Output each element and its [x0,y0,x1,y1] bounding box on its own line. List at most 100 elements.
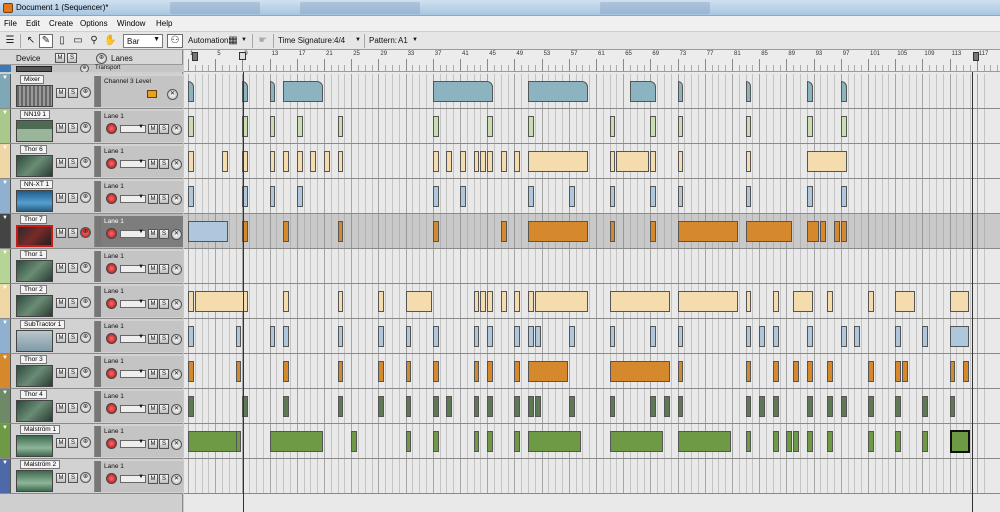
note-clip[interactable] [528,291,534,312]
solo-button[interactable]: S [68,438,78,448]
record-enable-icon[interactable] [106,473,117,484]
fold-track-icon[interactable]: ▼ [2,320,8,326]
device-thumbnail[interactable] [16,190,53,212]
lane-name-label[interactable]: Lane 1 [104,148,124,155]
lane-panel[interactable]: Lane 1 ▼ M S ✕ [94,146,183,177]
lane-solo-button[interactable]: S [159,264,169,274]
track-row[interactable]: ▼ SubTractor 1 M S ⊕ Lane 1 ▼ M S ✕ [0,319,183,354]
note-clip[interactable] [609,361,670,382]
note-clip[interactable] [650,326,657,347]
note-clip[interactable] [745,361,752,382]
note-clip[interactable] [840,186,847,207]
lane-record-select[interactable]: ▼ [120,264,146,273]
fold-track-icon[interactable]: ▼ [2,75,8,81]
note-clip[interactable] [194,291,249,312]
note-clip[interactable] [745,396,752,417]
lane-handle[interactable] [95,76,101,107]
lane-row[interactable] [184,179,1000,214]
lane-mute-button[interactable]: M [148,124,158,134]
note-clip[interactable] [949,396,956,417]
note-clip[interactable] [745,221,793,242]
note-clip[interactable] [868,291,874,312]
lane-record-select[interactable]: ▼ [120,159,146,168]
solo-button[interactable]: S [68,158,78,168]
track-row[interactable]: ▼ Thor 2 M S ⊕ Lane 1 ▼ M S ✕ [0,284,183,319]
note-clip[interactable] [772,291,779,312]
note-clip[interactable] [949,291,969,312]
note-clip[interactable] [609,326,616,347]
delete-lane-icon[interactable]: ✕ [171,124,182,135]
record-enable-icon[interactable] [106,298,117,309]
lane-record-select[interactable]: ▼ [120,439,146,448]
note-clip[interactable] [432,221,439,242]
device-thumbnail[interactable] [16,330,53,352]
note-clip[interactable] [269,116,276,137]
lane-handle[interactable] [95,356,101,387]
device-name-label[interactable]: Thor 2 [20,285,47,294]
note-clip[interactable] [283,396,289,417]
lane-add-icon[interactable]: ⊕ [80,157,91,168]
menu-edit[interactable]: Edit [26,19,40,28]
device-name-label[interactable]: NN19 1 [20,110,51,119]
note-clip[interactable] [222,151,228,172]
lane-record-select[interactable]: ▼ [120,474,146,483]
automation-clip[interactable] [528,81,589,102]
time-signature-dropdown-icon[interactable]: ▼ [355,37,361,43]
note-clip[interactable] [772,396,779,417]
menu-help[interactable]: Help [156,19,172,28]
note-clip[interactable] [922,431,929,452]
razor-icon[interactable]: ▭ [71,34,85,48]
note-clip[interactable] [922,326,929,347]
lane-handle[interactable] [95,111,101,142]
note-clip[interactable] [650,116,657,137]
note-clip[interactable] [432,326,439,347]
lane-solo-button[interactable]: S [159,124,169,134]
lane-handle[interactable] [95,321,101,352]
note-clip[interactable] [650,186,657,207]
note-clip[interactable] [677,326,684,347]
lane-solo-button[interactable]: S [159,404,169,414]
note-clip[interactable] [460,151,466,172]
snap-toggle-icon[interactable]: ⚇ [167,34,183,48]
note-clip[interactable] [473,326,480,347]
note-clip[interactable] [337,151,344,172]
lane-record-select[interactable]: ▼ [120,229,146,238]
note-clip[interactable] [616,151,650,172]
note-clip[interactable] [405,361,412,382]
lane-mute-button[interactable]: M [148,474,158,484]
device-name-label[interactable]: Thor 3 [20,355,47,364]
lane-panel[interactable]: Lane 1 ▼ M S ✕ [94,356,183,387]
note-clip[interactable] [534,396,541,417]
note-clip[interactable] [500,291,507,312]
note-clip[interactable] [609,221,616,242]
selected-note-clip[interactable] [949,430,970,453]
note-clip[interactable] [772,361,779,382]
note-clip[interactable] [609,151,616,172]
note-clip[interactable] [188,396,194,417]
lane-name-label[interactable]: Lane 1 [104,393,124,400]
lane-row[interactable] [184,389,1000,424]
device-thumbnail[interactable] [16,435,53,457]
note-clip[interactable] [337,221,344,242]
note-clip[interactable] [188,116,194,137]
mute-button[interactable]: M [56,88,66,98]
lane-row[interactable] [184,249,1000,284]
lane-solo-button[interactable]: S [159,299,169,309]
note-clip[interactable] [664,396,670,417]
delete-lane-icon[interactable]: ✕ [171,474,182,485]
note-clip[interactable] [269,186,276,207]
lane-panel[interactable]: Lane 1 ▼ M S ✕ [94,216,183,247]
note-clip[interactable] [235,431,242,452]
solo-all-button[interactable]: S [67,53,77,63]
mute-button[interactable]: M [56,228,66,238]
lane-solo-button[interactable]: S [159,334,169,344]
mute-button[interactable]: M [56,333,66,343]
note-clip[interactable] [806,326,813,347]
delete-lane-icon[interactable]: ✕ [171,299,182,310]
note-clip[interactable] [337,361,344,382]
note-clip[interactable] [677,361,684,382]
track-row[interactable]: ▼ Thor 7 M S ⊕ Lane 1 ▼ M S ✕ [0,214,183,249]
solo-button[interactable]: S [68,123,78,133]
menu-window[interactable]: Window [117,19,145,28]
song-position-marker-icon[interactable] [239,52,246,60]
